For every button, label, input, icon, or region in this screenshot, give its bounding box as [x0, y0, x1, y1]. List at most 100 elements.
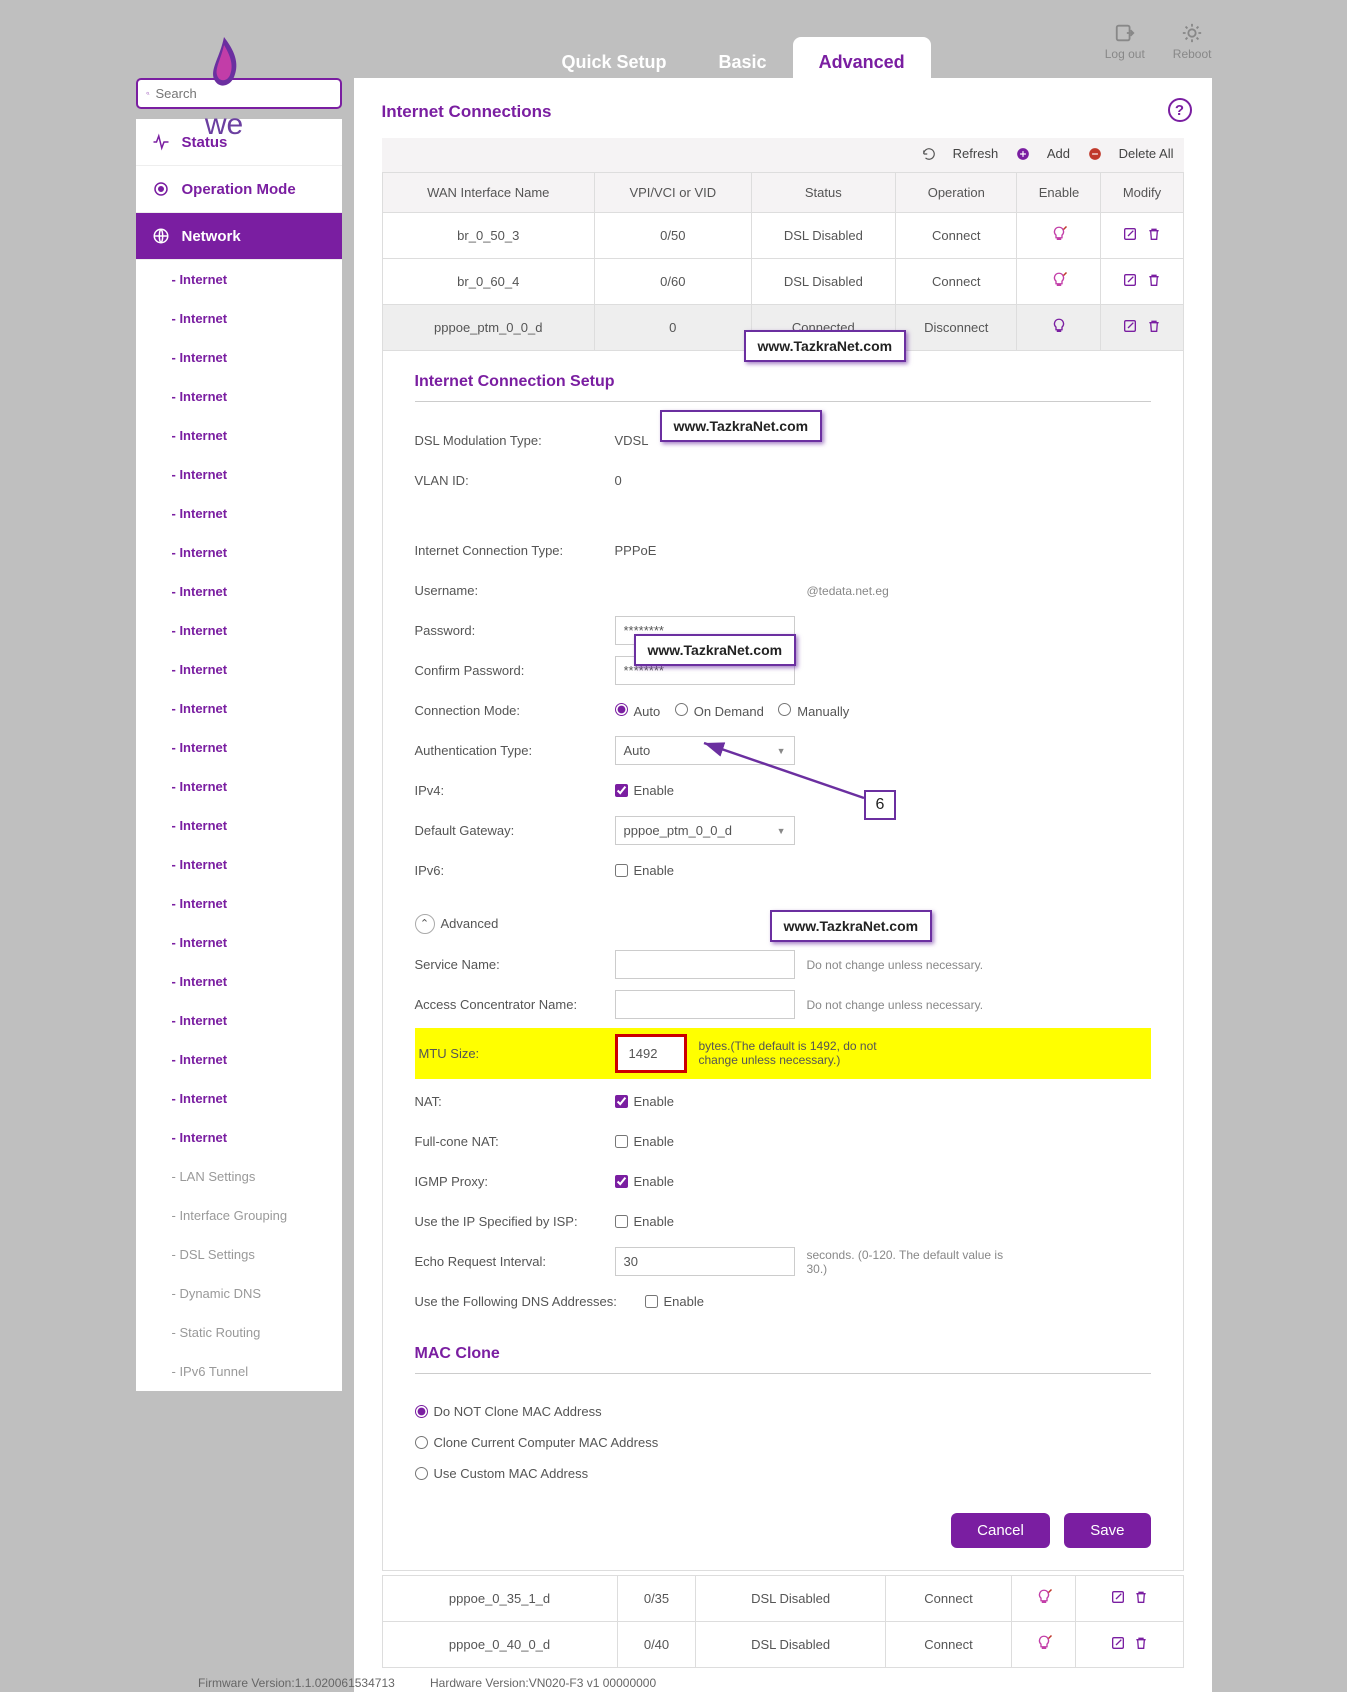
- reboot-button[interactable]: Reboot: [1173, 22, 1212, 61]
- sub-lan-settings[interactable]: - LAN Settings: [136, 1157, 342, 1196]
- ip-isp-checkbox[interactable]: [615, 1215, 628, 1228]
- ac-name-input[interactable]: [615, 990, 795, 1019]
- edit-icon[interactable]: [1110, 1589, 1126, 1605]
- cell-enable[interactable]: [1012, 1575, 1076, 1621]
- trash-icon[interactable]: [1146, 318, 1162, 334]
- delete-all-button[interactable]: Delete All: [1088, 146, 1174, 161]
- cell-wan: pppoe_ptm_0_0_d: [382, 304, 595, 350]
- cell-operation[interactable]: Connect: [896, 212, 1017, 258]
- sub-static-routing[interactable]: - Static Routing: [136, 1313, 342, 1352]
- sub-internet-20[interactable]: - Internet: [136, 1001, 342, 1040]
- service-name-input[interactable]: [615, 950, 795, 979]
- edit-icon[interactable]: [1122, 226, 1138, 242]
- sub-internet-10[interactable]: - Internet: [136, 611, 342, 650]
- sub-internet-16[interactable]: - Internet: [136, 845, 342, 884]
- vlan-value: 0: [615, 473, 1151, 488]
- edit-icon[interactable]: [1122, 272, 1138, 288]
- table-row[interactable]: pppoe_0_35_1_d 0/35 DSL Disabled Connect: [382, 1575, 1183, 1621]
- advanced-toggle[interactable]: ⌃Advanced: [415, 914, 499, 934]
- dsl-type-label: DSL Modulation Type:: [415, 433, 615, 448]
- sub-internet-19[interactable]: - Internet: [136, 962, 342, 1001]
- igmp-checkbox[interactable]: [615, 1175, 628, 1188]
- cell-modify: [1101, 304, 1183, 350]
- trash-icon[interactable]: [1133, 1589, 1149, 1605]
- cell-operation[interactable]: Connect: [885, 1621, 1011, 1667]
- mac-noclone-radio[interactable]: [415, 1405, 428, 1418]
- sub-internet-2[interactable]: - Internet: [136, 299, 342, 338]
- cancel-button[interactable]: Cancel: [951, 1513, 1050, 1548]
- sub-dynamic-dns[interactable]: - Dynamic DNS: [136, 1274, 342, 1313]
- setup-title: Internet Connection Setup: [415, 373, 1151, 402]
- save-button[interactable]: Save: [1064, 1513, 1150, 1548]
- cell-enable[interactable]: [1012, 1621, 1076, 1667]
- sub-internet-22[interactable]: - Internet: [136, 1079, 342, 1118]
- fullcone-nat-checkbox[interactable]: [615, 1135, 628, 1148]
- connmode-ondemand-radio[interactable]: [675, 703, 688, 716]
- gateway-label: Default Gateway:: [415, 823, 615, 838]
- trash-icon[interactable]: [1146, 226, 1162, 242]
- sub-internet-21[interactable]: - Internet: [136, 1040, 342, 1079]
- sub-internet-13[interactable]: - Internet: [136, 728, 342, 767]
- sub-internet-12[interactable]: - Internet: [136, 689, 342, 728]
- mac-clone-current-radio[interactable]: [415, 1436, 428, 1449]
- add-button[interactable]: Add: [1016, 146, 1070, 161]
- sub-internet-3[interactable]: - Internet: [136, 338, 342, 377]
- cell-operation[interactable]: Connect: [896, 258, 1017, 304]
- password-label: Password:: [415, 623, 615, 638]
- cell-wan: br_0_50_3: [382, 212, 595, 258]
- sub-internet-5[interactable]: - Internet: [136, 416, 342, 455]
- cell-enable[interactable]: [1017, 258, 1101, 304]
- edit-icon[interactable]: [1110, 1635, 1126, 1651]
- table-row[interactable]: br_0_60_4 0/60 DSL Disabled Connect: [382, 258, 1183, 304]
- cell-operation[interactable]: Connect: [885, 1575, 1011, 1621]
- mtu-label: MTU Size:: [419, 1046, 615, 1061]
- setup-panel: Internet Connection Setup DSL Modulation…: [382, 351, 1184, 1571]
- nat-checkbox[interactable]: [615, 1095, 628, 1108]
- table-row[interactable]: pppoe_0_40_0_d 0/40 DSL Disabled Connect: [382, 1621, 1183, 1667]
- echo-input[interactable]: [615, 1247, 795, 1276]
- echo-hint: seconds. (0-120. The default value is 30…: [807, 1248, 1007, 1276]
- refresh-button[interactable]: Refresh: [922, 146, 999, 161]
- nav-network[interactable]: Network: [136, 213, 342, 260]
- auth-type-label: Authentication Type:: [415, 743, 615, 758]
- ipv6-enable-checkbox[interactable]: [615, 864, 628, 877]
- cell-enable[interactable]: [1017, 212, 1101, 258]
- connmode-auto-radio[interactable]: [615, 703, 628, 716]
- cell-modify: [1075, 1575, 1183, 1621]
- mtu-input[interactable]: [621, 1040, 681, 1067]
- sub-internet-7[interactable]: - Internet: [136, 494, 342, 533]
- edit-icon[interactable]: [1122, 318, 1138, 334]
- sub-interface-grouping[interactable]: - Interface Grouping: [136, 1196, 342, 1235]
- ipv4-enable-checkbox[interactable]: [615, 784, 628, 797]
- sub-internet-17[interactable]: - Internet: [136, 884, 342, 923]
- sub-internet-6[interactable]: - Internet: [136, 455, 342, 494]
- cell-operation[interactable]: Disconnect: [896, 304, 1017, 350]
- trash-icon[interactable]: [1133, 1635, 1149, 1651]
- sub-dsl-settings[interactable]: - DSL Settings: [136, 1235, 342, 1274]
- table-row[interactable]: br_0_50_3 0/50 DSL Disabled Connect: [382, 212, 1183, 258]
- bulb-icon: [1050, 271, 1068, 289]
- sub-internet-8[interactable]: - Internet: [136, 533, 342, 572]
- sub-internet-23[interactable]: - Internet: [136, 1118, 342, 1157]
- sub-internet-9[interactable]: - Internet: [136, 572, 342, 611]
- cell-enable[interactable]: [1017, 304, 1101, 350]
- logout-button[interactable]: Log out: [1105, 22, 1145, 61]
- sub-internet-14[interactable]: - Internet: [136, 767, 342, 806]
- sub-ipv6-tunnel[interactable]: - IPv6 Tunnel: [136, 1352, 342, 1391]
- trash-icon[interactable]: [1146, 272, 1162, 288]
- mac-custom-radio[interactable]: [415, 1467, 428, 1480]
- dns-label: Use the Following DNS Addresses:: [415, 1294, 645, 1309]
- sub-internet-11[interactable]: - Internet: [136, 650, 342, 689]
- gateway-select[interactable]: pppoe_ptm_0_0_d: [615, 816, 795, 845]
- sub-internet-4[interactable]: - Internet: [136, 377, 342, 416]
- dns-checkbox[interactable]: [645, 1295, 658, 1308]
- nav-operation-mode[interactable]: Operation Mode: [136, 166, 342, 213]
- sub-internet-15[interactable]: - Internet: [136, 806, 342, 845]
- bulb-icon: [1050, 317, 1068, 335]
- sub-internet-18[interactable]: - Internet: [136, 923, 342, 962]
- sub-internet-1[interactable]: - Internet: [136, 260, 342, 299]
- help-icon[interactable]: ?: [1168, 98, 1192, 122]
- auth-type-select[interactable]: Auto: [615, 736, 795, 765]
- connmode-manual-radio[interactable]: [778, 703, 791, 716]
- top-actions: Log out Reboot: [1105, 22, 1212, 61]
